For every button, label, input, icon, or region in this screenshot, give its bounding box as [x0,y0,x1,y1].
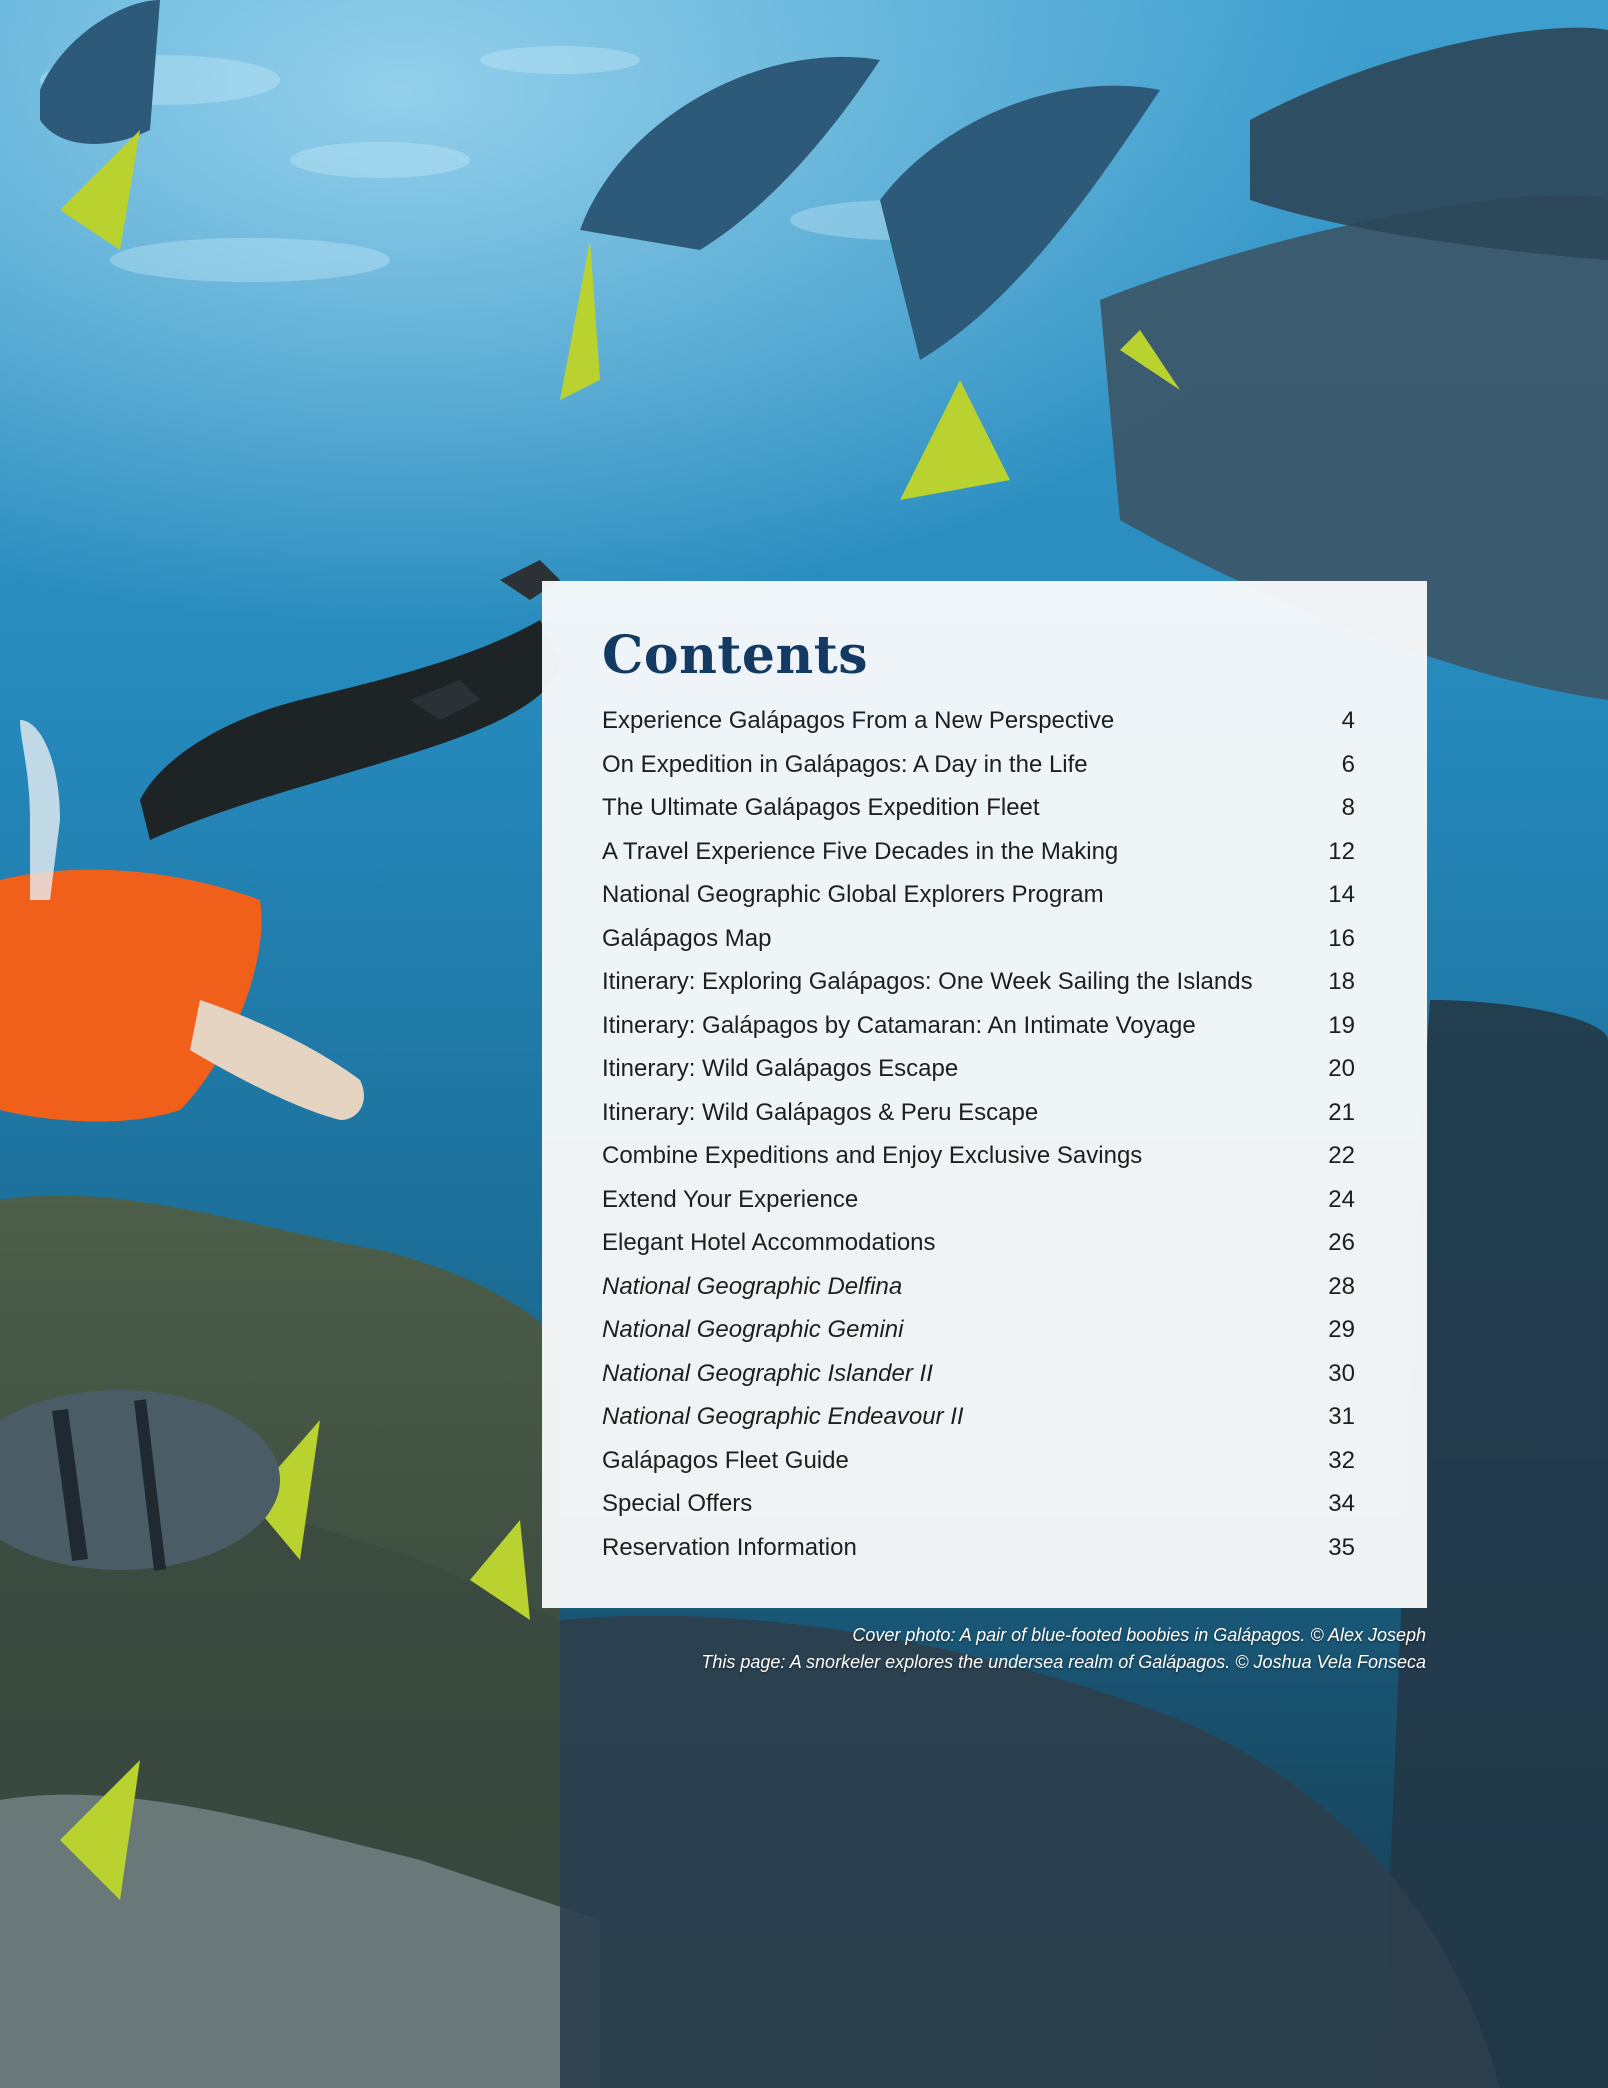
toc-entry-page-number: 28 [1328,1272,1355,1300]
toc-entry[interactable]: National Geographic Islander II 30 [602,1352,1355,1396]
toc-entry-label: Itinerary: Galápagos by Catamaran: An In… [602,1011,1196,1039]
contents-list: Experience Galápagos From a New Perspect… [602,699,1355,1569]
toc-entry[interactable]: A Travel Experience Five Decades in the … [602,830,1355,874]
toc-entry[interactable]: Itinerary: Exploring Galápagos: One Week… [602,960,1355,1004]
toc-entry-page-number: 4 [1341,707,1355,735]
toc-entry-page-number: 6 [1341,750,1355,778]
toc-entry-label: Experience Galápagos From a New Perspect… [602,707,1115,735]
toc-entry[interactable]: Experience Galápagos From a New Perspect… [602,699,1355,743]
toc-entry[interactable]: Special Offers 34 [602,1482,1355,1526]
contents-panel: Contents Experience Galápagos From a New… [542,581,1427,1608]
toc-entry-label: National Geographic Global Explorers Pro… [602,881,1104,909]
toc-entry[interactable]: Elegant Hotel Accommodations 26 [602,1221,1355,1265]
toc-entry-page-number: 32 [1328,1446,1355,1474]
toc-entry-label: National Geographic Gemini [602,1316,904,1344]
toc-entry-label: Reservation Information [602,1533,857,1561]
cover-photo-caption: Cover photo: A pair of blue-footed boobi… [852,1625,1426,1645]
toc-entry-page-number: 12 [1328,837,1355,865]
toc-entry-page-number: 29 [1328,1316,1355,1344]
toc-entry-label: National Geographic Islander II [602,1359,933,1387]
toc-entry-page-number: 24 [1328,1185,1355,1213]
toc-entry-page-number: 26 [1328,1229,1355,1257]
photo-captions: Cover photo: A pair of blue-footed boobi… [701,1622,1426,1676]
toc-entry-label: National Geographic Endeavour II [602,1403,964,1431]
toc-entry[interactable]: Itinerary: Wild Galápagos & Peru Escape 2… [602,1091,1355,1135]
toc-entry[interactable]: Itinerary: Galápagos by Catamaran: An In… [602,1004,1355,1048]
toc-entry[interactable]: Galápagos Fleet Guide 32 [602,1439,1355,1483]
toc-entry-page-number: 21 [1328,1098,1355,1126]
toc-entry-page-number: 34 [1328,1490,1355,1518]
toc-entry-page-number: 31 [1328,1403,1355,1431]
toc-entry[interactable]: The Ultimate Galápagos Expedition Fleet 8 [602,786,1355,830]
toc-entry-label: Itinerary: Wild Galápagos Escape [602,1055,959,1083]
toc-entry-label: National Geographic Delfina [602,1272,903,1300]
toc-entry[interactable]: Reservation Information 35 [602,1526,1355,1570]
toc-entry-page-number: 35 [1328,1533,1355,1561]
toc-entry-page-number: 20 [1328,1055,1355,1083]
toc-entry[interactable]: National Geographic Endeavour II 31 [602,1395,1355,1439]
toc-entry-label: Galápagos Map [602,924,772,952]
toc-entry-page-number: 30 [1328,1359,1355,1387]
toc-entry-page-number: 14 [1328,881,1355,909]
toc-entry[interactable]: National Geographic Delfina 28 [602,1265,1355,1309]
toc-entry-label: Special Offers [602,1490,753,1518]
toc-entry-page-number: 22 [1328,1142,1355,1170]
toc-entry-page-number: 16 [1328,924,1355,952]
toc-entry[interactable]: National Geographic Global Explorers Pro… [602,873,1355,917]
toc-entry-label: Elegant Hotel Accommodations [602,1229,936,1257]
toc-entry-page-number: 18 [1328,968,1355,996]
toc-entry[interactable]: Extend Your Experience 24 [602,1178,1355,1222]
toc-entry-page-number: 19 [1328,1011,1355,1039]
toc-entry-label: The Ultimate Galápagos Expedition Fleet [602,794,1040,822]
toc-entry-label: Combine Expeditions and Enjoy Exclusive … [602,1142,1143,1170]
toc-entry-label: On Expedition in Galápagos: A Day in the… [602,750,1088,778]
toc-entry[interactable]: Combine Expeditions and Enjoy Exclusive … [602,1134,1355,1178]
toc-entry-page-number: 8 [1341,794,1355,822]
contents-title: Contents [602,625,869,686]
toc-entry-label: Extend Your Experience [602,1185,859,1213]
toc-entry-label: Galápagos Fleet Guide [602,1446,849,1474]
toc-entry[interactable]: Itinerary: Wild Galápagos Escape 20 [602,1047,1355,1091]
toc-entry[interactable]: Galápagos Map 16 [602,917,1355,961]
this-page-caption: This page: A snorkeler explores the unde… [701,1652,1426,1672]
toc-entry-label: Itinerary: Exploring Galápagos: One Week… [602,968,1253,996]
toc-entry-label: Itinerary: Wild Galápagos & Peru Escape [602,1098,1039,1126]
toc-entry[interactable]: National Geographic Gemini 29 [602,1308,1355,1352]
toc-entry-label: A Travel Experience Five Decades in the … [602,837,1119,865]
toc-entry[interactable]: On Expedition in Galápagos: A Day in the… [602,743,1355,787]
